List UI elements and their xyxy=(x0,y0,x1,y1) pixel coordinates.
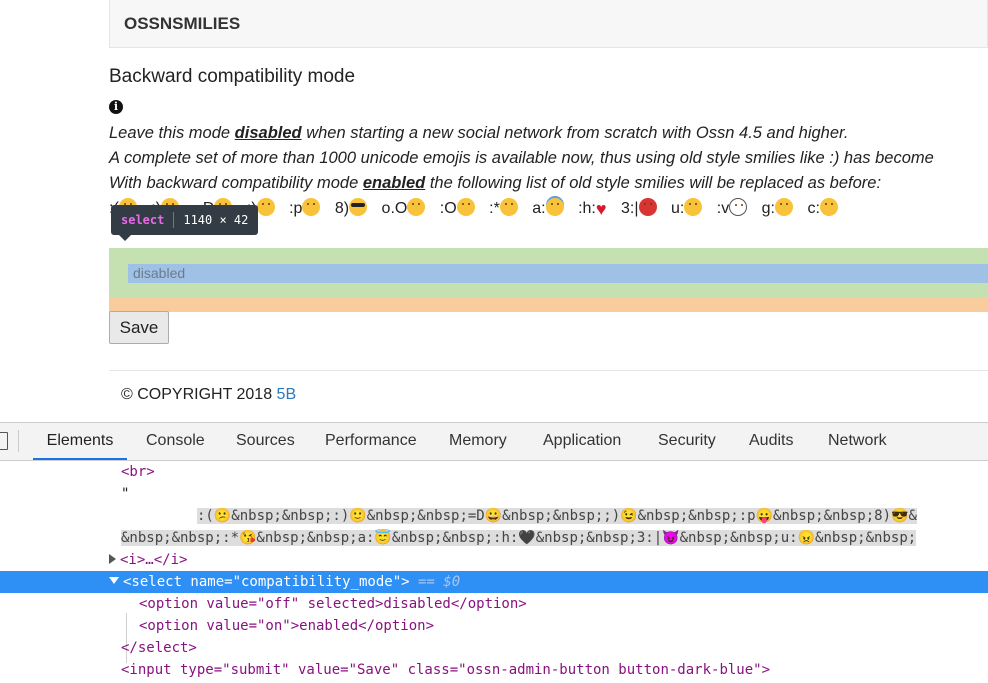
copyright: © COPYRIGHT 2018 5B xyxy=(121,386,297,403)
smiley-code: :* xyxy=(489,200,500,217)
smiley-code: a: xyxy=(532,200,546,217)
devtools-panel: Elements Console Sources Performance Mem… xyxy=(0,422,988,683)
compatibility-mode-select[interactable]: disabled xyxy=(128,264,988,283)
tab-console[interactable]: Console xyxy=(146,423,205,459)
panel-header: OSSNSMILIES xyxy=(109,0,988,48)
dom-line-emoji-text-2[interactable]: &nbsp;&nbsp;:*😘&nbsp;&nbsp;a:😇&nbsp;&nbs… xyxy=(0,527,988,549)
kiss-emoji-icon xyxy=(499,198,518,216)
dom-line-text-quote[interactable]: " xyxy=(0,483,988,505)
panel-title: OSSNSMILIES xyxy=(124,14,241,33)
ghost-emoji-icon xyxy=(729,198,748,216)
surprised-emoji-icon xyxy=(456,198,475,216)
description-line-1: Leave this mode disabled when starting a… xyxy=(109,124,849,142)
smiley-code: u: xyxy=(670,200,685,217)
sunglasses-emoji-icon xyxy=(349,198,368,216)
tooltip-tag: select xyxy=(121,213,165,227)
save-button[interactable]: Save xyxy=(109,311,169,344)
smiley-code: o.O xyxy=(381,200,408,217)
section-title: Backward compatibility mode xyxy=(109,66,356,87)
info-circle-icon: i xyxy=(109,100,123,114)
smiley-code: :O xyxy=(439,200,457,217)
web-page: OSSNSMILIES Backward compatibility mode … xyxy=(0,0,988,422)
description-line-3: With backward compatibility mode enabled… xyxy=(109,174,882,192)
dom-line-br[interactable]: <br> xyxy=(0,461,988,483)
tooltip-size: 1140 × 42 xyxy=(183,213,249,227)
crying-emoji-icon xyxy=(819,198,838,216)
tongue-emoji-icon xyxy=(302,198,321,216)
angry-emoji-icon xyxy=(684,198,703,216)
dom-line-i[interactable]: <i>…</i> xyxy=(0,549,988,571)
smiley-code: c: xyxy=(807,200,820,217)
inspect-tooltip: select 1140 × 42 xyxy=(111,205,259,241)
dom-line-option-on[interactable]: <option value="on">enabled</option> xyxy=(0,615,988,637)
smiley-code: :h: xyxy=(578,200,596,217)
tab-memory[interactable]: Memory xyxy=(449,423,507,459)
heart-emoji-icon: ♥ xyxy=(595,199,607,219)
dom-line-select-selected[interactable]: <select name="compatibility_mode"> == $0 xyxy=(0,571,988,593)
dom-line-emoji-text-1[interactable]: :(😕&nbsp;&nbsp;:)🙂&nbsp;&nbsp;=D😀&nbsp;&… xyxy=(0,505,988,527)
expand-triangle-icon[interactable] xyxy=(109,554,116,564)
devil-emoji-icon xyxy=(638,198,657,216)
smiley-code: g: xyxy=(761,200,775,217)
tab-elements[interactable]: Elements xyxy=(33,423,127,460)
wink-emoji-icon xyxy=(256,198,275,216)
angel-emoji-icon xyxy=(545,198,564,216)
collapse-triangle-icon[interactable] xyxy=(109,577,119,584)
copyright-link[interactable]: 5B xyxy=(277,386,297,403)
smiley-code: :p xyxy=(289,200,303,217)
tab-performance[interactable]: Performance xyxy=(325,423,417,459)
smiley-code: 8) xyxy=(334,200,350,217)
dom-line-input-submit[interactable]: <input type="submit" value="Save" class=… xyxy=(0,659,988,681)
tab-sources[interactable]: Sources xyxy=(236,423,295,459)
tab-application[interactable]: Application xyxy=(543,423,621,459)
footer-divider xyxy=(109,370,988,371)
inspect-element-icon[interactable] xyxy=(0,432,8,450)
confused-emoji-icon xyxy=(407,198,426,216)
dom-tree: <br> " :(😕&nbsp;&nbsp;:)🙂&nbsp;&nbsp;=D😀… xyxy=(0,461,988,683)
description-line-2: A complete set of more than 1000 unicode… xyxy=(109,149,934,167)
dom-line-option-off[interactable]: <option value="off" selected>disabled</o… xyxy=(0,593,988,615)
smiley-code: :v xyxy=(716,200,730,217)
worried-emoji-icon xyxy=(775,198,793,216)
devtools-tabbar: Elements Console Sources Performance Mem… xyxy=(0,423,988,461)
dom-line-select-close[interactable]: </select> xyxy=(0,637,988,659)
smiley-code: 3:| xyxy=(621,200,639,217)
select-margin-bottom-highlight xyxy=(109,298,988,312)
tab-audits[interactable]: Audits xyxy=(749,423,793,459)
tab-network[interactable]: Network xyxy=(828,423,887,459)
tab-security[interactable]: Security xyxy=(658,423,716,459)
